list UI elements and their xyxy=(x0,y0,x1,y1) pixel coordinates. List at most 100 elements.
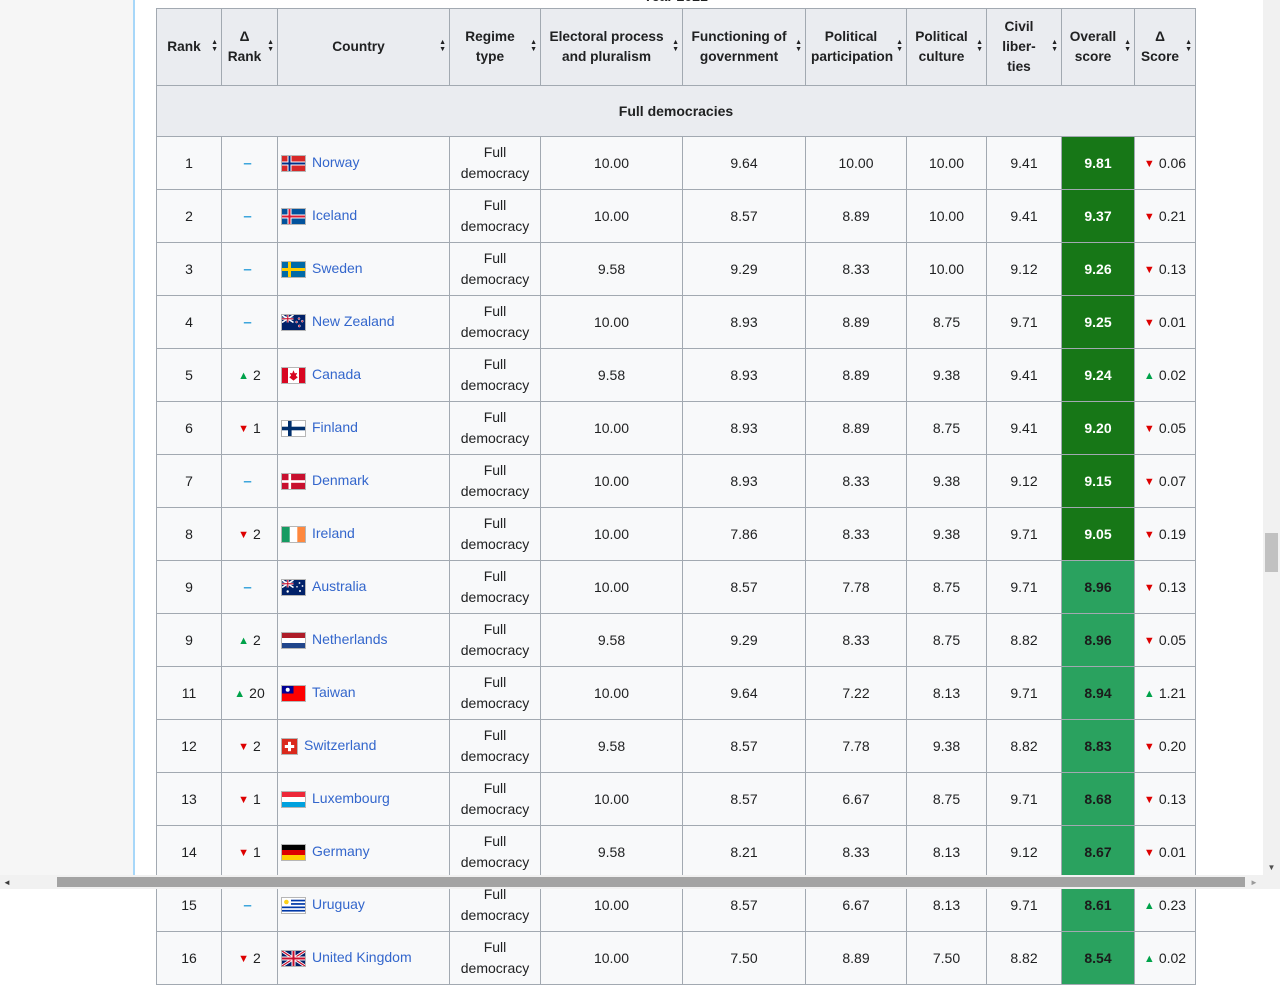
country-link[interactable]: Finland xyxy=(312,419,358,435)
country-cell: Switzerland xyxy=(278,720,450,773)
scroll-down-button[interactable]: ▼ xyxy=(1263,859,1280,875)
score-cell: 10.00 xyxy=(541,561,683,614)
score-cell: 9.38 xyxy=(907,508,987,561)
rank-cell: 12 xyxy=(157,720,222,773)
score-cell: 9.38 xyxy=(907,455,987,508)
country-link[interactable]: Denmark xyxy=(312,472,369,488)
delta-score-value: 0.07 xyxy=(1159,473,1186,489)
country-link[interactable]: Ireland xyxy=(312,525,355,541)
delta-score-cell: ▼0.01 xyxy=(1135,826,1196,879)
score-cell: 10.00 xyxy=(806,137,907,190)
column-header[interactable]: Rank ▲ ▼ xyxy=(157,9,222,86)
country-cell: Iceland xyxy=(278,190,450,243)
vertical-scrollbar[interactable]: ▼ xyxy=(1263,0,1280,875)
column-header[interactable]: Civil liber-ties ▲ ▼ xyxy=(987,9,1062,86)
country-link[interactable]: Switzerland xyxy=(304,737,376,753)
country-cell: Ireland xyxy=(278,508,450,561)
score-cell: 10.00 xyxy=(907,190,987,243)
score-cell: 8.89 xyxy=(806,296,907,349)
score-cell: 9.41 xyxy=(987,349,1062,402)
column-header-label: Rank xyxy=(167,39,200,54)
country-flag-icon xyxy=(281,261,306,278)
rank-cell: 14 xyxy=(157,826,222,879)
sort-icon: ▲ ▼ xyxy=(211,39,218,53)
table-row: 8 ▼2 Ireland Full democracy 10.00 7.86 8… xyxy=(157,508,1196,561)
rank-cell: 1 xyxy=(157,137,222,190)
overall-score-cell: 8.54 xyxy=(1062,932,1135,985)
country-flag-icon xyxy=(281,155,306,172)
democracy-index-table: Rank ▲ ▼ Δ Rank ▲ ▼ Country ▲ ▼ Regime t… xyxy=(156,8,1196,985)
column-header[interactable]: Δ Score ▲ ▼ xyxy=(1135,9,1196,86)
delta-rank-cell: – xyxy=(222,455,278,508)
score-cell: 7.50 xyxy=(907,932,987,985)
country-link[interactable]: New Zealand xyxy=(312,313,395,329)
country-link[interactable]: Germany xyxy=(312,843,370,859)
country-cell: Australia xyxy=(278,561,450,614)
country-flag-icon xyxy=(281,420,306,437)
delta-rank-icon: – xyxy=(243,473,251,490)
score-cell: 8.82 xyxy=(987,614,1062,667)
score-cell: 8.93 xyxy=(683,349,806,402)
delta-score-icon: ▼ xyxy=(1144,476,1155,488)
country-link[interactable]: Iceland xyxy=(312,207,357,223)
overall-score-cell: 8.96 xyxy=(1062,561,1135,614)
delta-rank-value: 2 xyxy=(253,738,261,754)
country-link[interactable]: Norway xyxy=(312,154,359,170)
score-cell: 10.00 xyxy=(907,137,987,190)
country-link[interactable]: Netherlands xyxy=(312,631,388,647)
score-cell: 8.75 xyxy=(907,296,987,349)
delta-score-icon: ▲ xyxy=(1144,900,1155,912)
delta-score-icon: ▲ xyxy=(1144,370,1155,382)
delta-rank-icon: ▼ xyxy=(238,741,249,753)
column-header[interactable]: Political participation ▲ ▼ xyxy=(806,9,907,86)
score-cell: 8.89 xyxy=(806,349,907,402)
regime-type-cell: Full democracy xyxy=(450,508,541,561)
column-header[interactable]: Functioning of government ▲ ▼ xyxy=(683,9,806,86)
delta-score-icon: ▼ xyxy=(1144,847,1155,859)
sort-desc-icon: ▼ xyxy=(211,46,218,53)
rank-cell: 5 xyxy=(157,349,222,402)
score-cell: 8.89 xyxy=(806,932,907,985)
sort-asc-icon: ▲ xyxy=(439,39,446,46)
scroll-left-button[interactable]: ◄ xyxy=(0,875,14,889)
country-link[interactable]: Canada xyxy=(312,366,361,382)
delta-score-icon: ▼ xyxy=(1144,317,1155,329)
sort-icon: ▲ ▼ xyxy=(1124,39,1131,53)
delta-rank-value: 1 xyxy=(253,844,261,860)
column-header[interactable]: Δ Rank ▲ ▼ xyxy=(222,9,278,86)
delta-rank-icon: ▲ xyxy=(238,370,249,382)
column-header-label: Regime type xyxy=(465,29,514,64)
country-link[interactable]: Taiwan xyxy=(312,684,356,700)
table-row: 3 – Sweden Full democracy 9.58 9.29 8.33… xyxy=(157,243,1196,296)
column-header[interactable]: Regime type ▲ ▼ xyxy=(450,9,541,86)
column-header[interactable]: Electoral process and pluralism ▲ ▼ xyxy=(541,9,683,86)
country-link[interactable]: Sweden xyxy=(312,260,363,276)
country-link[interactable]: Uruguay xyxy=(312,896,365,912)
horizontal-scrollbar[interactable]: ◄ ► xyxy=(0,875,1263,889)
score-cell: 9.41 xyxy=(987,137,1062,190)
horizontal-scrollbar-thumb[interactable] xyxy=(57,877,1245,887)
country-link[interactable]: United Kingdom xyxy=(312,949,412,965)
country-link[interactable]: Luxembourg xyxy=(312,790,390,806)
column-header[interactable]: Overall score ▲ ▼ xyxy=(1062,9,1135,86)
overall-score-cell: 8.68 xyxy=(1062,773,1135,826)
country-flag-icon xyxy=(281,685,306,702)
column-header[interactable]: Political culture ▲ ▼ xyxy=(907,9,987,86)
delta-rank-cell: ▲2 xyxy=(222,614,278,667)
sort-asc-icon: ▲ xyxy=(211,39,218,46)
rank-cell: 16 xyxy=(157,932,222,985)
rank-cell: 7 xyxy=(157,455,222,508)
country-cell: Canada xyxy=(278,349,450,402)
delta-rank-icon: ▼ xyxy=(238,953,249,965)
country-link[interactable]: Australia xyxy=(312,578,366,594)
score-cell: 9.71 xyxy=(987,667,1062,720)
column-header-label: Δ Rank xyxy=(228,29,261,64)
delta-rank-icon: – xyxy=(243,261,251,278)
scroll-right-button[interactable]: ► xyxy=(1247,875,1261,889)
vertical-scrollbar-thumb[interactable] xyxy=(1265,533,1278,572)
country-cell: Denmark xyxy=(278,455,450,508)
delta-rank-icon: ▼ xyxy=(238,847,249,859)
score-cell: 9.41 xyxy=(987,402,1062,455)
delta-score-icon: ▼ xyxy=(1144,635,1155,647)
column-header[interactable]: Country ▲ ▼ xyxy=(278,9,450,86)
